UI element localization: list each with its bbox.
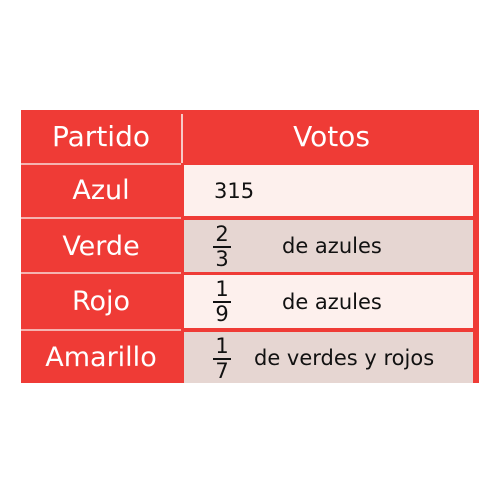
party-name: Rojo: [71, 286, 131, 317]
row-divider: [21, 217, 181, 219]
party-name: Azul: [72, 175, 130, 206]
fraction-denominator: 3: [215, 247, 229, 271]
party-name: Verde: [62, 230, 140, 262]
fraction-numerator: 1: [215, 277, 229, 301]
votes-cell: 2 3 de azules: [184, 220, 473, 272]
table-row: Amarillo 1 7 de verdes y rojos: [21, 332, 479, 383]
table-header-row: Partido Votos: [21, 110, 479, 163]
fraction-text: de azules: [282, 289, 382, 314]
table-row: Rojo 1 9 de azules: [21, 275, 479, 328]
fraction-denominator: 9: [215, 302, 229, 326]
votes-value: 315: [214, 178, 255, 203]
fraction-text: de verdes y rojos: [254, 345, 435, 370]
table-row: Verde 2 3 de azules: [21, 220, 479, 272]
header-party: Partido: [52, 120, 150, 153]
votes-cell: 315: [184, 165, 473, 216]
party-name: Amarillo: [45, 342, 157, 373]
fraction: 2 3: [211, 224, 233, 270]
fraction-denominator: 7: [215, 359, 229, 383]
header-divider: [181, 114, 183, 163]
header-votes: Votos: [293, 120, 370, 153]
fraction-numerator: 1: [215, 334, 229, 358]
fraction: 1 9: [211, 279, 233, 325]
table-row: Azul 315: [21, 165, 479, 216]
votes-table: Partido Votos Azul 315 Verde 2 3 de azul…: [21, 110, 479, 383]
fraction-numerator: 2: [215, 222, 229, 246]
votes-cell: 1 7 de verdes y rojos: [184, 332, 473, 383]
row-divider: [21, 329, 181, 331]
fraction: 1 7: [211, 336, 233, 382]
votes-cell: 1 9 de azules: [184, 275, 473, 328]
fraction-text: de azules: [282, 234, 382, 258]
row-divider: [21, 272, 181, 274]
